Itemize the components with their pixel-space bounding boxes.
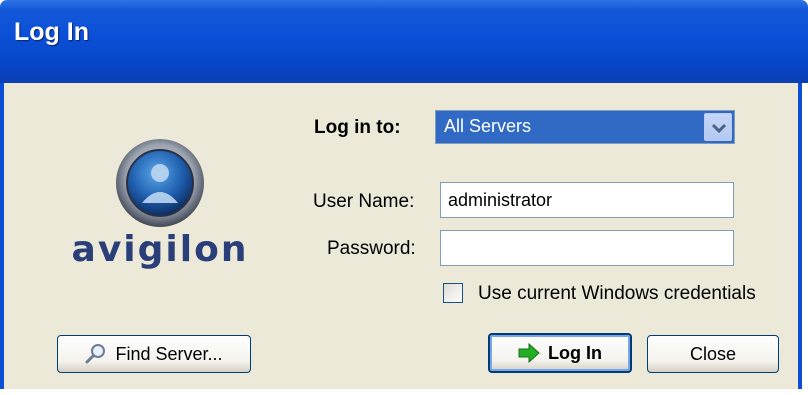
server-select-value: All Servers bbox=[444, 116, 532, 136]
chevron-down-icon bbox=[711, 123, 727, 134]
close-button[interactable]: Close bbox=[647, 335, 779, 373]
avigilon-person-globe-icon bbox=[116, 139, 204, 227]
log-in-button[interactable]: Log In bbox=[488, 333, 632, 373]
find-server-button[interactable]: Find Server... bbox=[57, 335, 251, 373]
magnifier-icon bbox=[85, 344, 106, 364]
log-in-to-label: Log in to: bbox=[314, 117, 401, 138]
username-label: User Name: bbox=[313, 191, 415, 212]
window-title: Log In bbox=[14, 18, 89, 46]
green-arrow-right-icon bbox=[518, 343, 540, 363]
windows-credentials-checkbox[interactable] bbox=[443, 283, 463, 303]
login-dialog: Log In avigilon Log in to: All Servers U… bbox=[0, 0, 808, 395]
title-bar[interactable]: Log In bbox=[0, 0, 808, 83]
password-field[interactable] bbox=[440, 230, 734, 266]
dropdown-button[interactable] bbox=[704, 113, 732, 141]
windows-credentials-label[interactable]: Use current Windows credentials bbox=[478, 283, 756, 305]
username-field[interactable]: administrator bbox=[440, 182, 734, 218]
log-in-label: Log In bbox=[548, 342, 602, 363]
bottom-strip bbox=[0, 389, 808, 395]
logo-wordmark: avigilon bbox=[71, 229, 249, 270]
server-select[interactable]: All Servers bbox=[435, 110, 735, 144]
close-label: Close bbox=[689, 343, 737, 364]
password-label: Password: bbox=[327, 238, 416, 259]
find-server-label: Find Server... bbox=[115, 343, 223, 364]
avigilon-logo: avigilon bbox=[55, 137, 265, 270]
